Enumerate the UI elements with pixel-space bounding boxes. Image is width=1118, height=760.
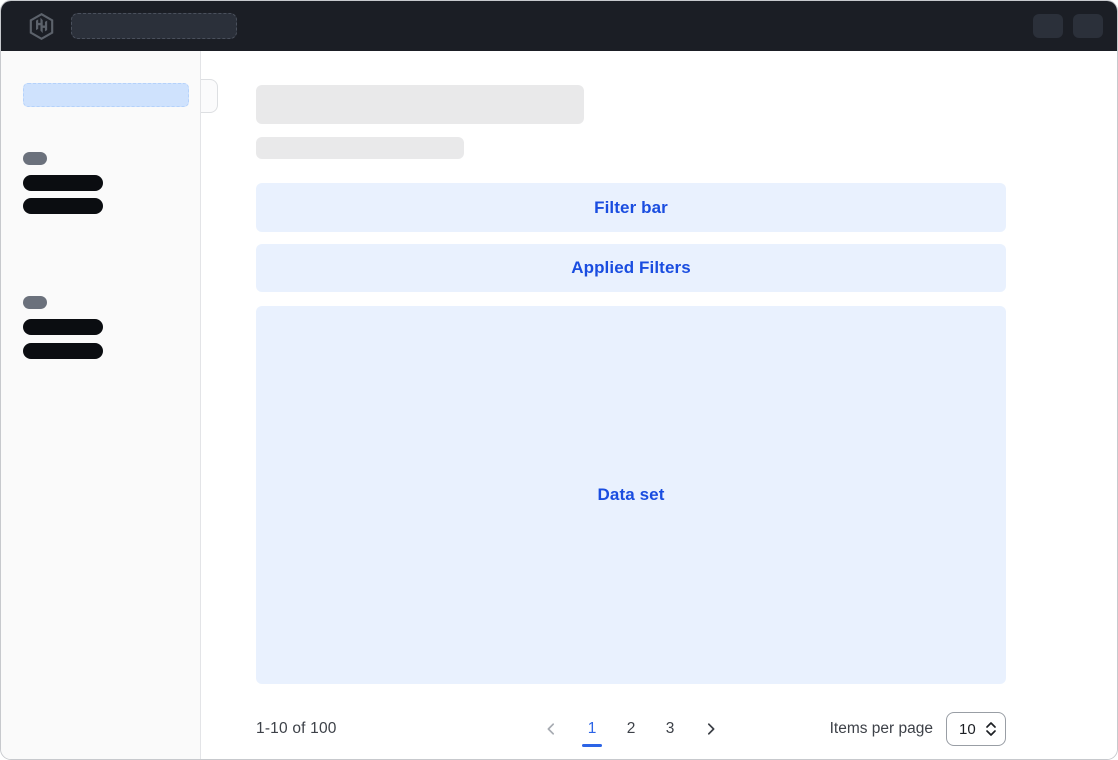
items-per-page-control: Items per page 10 [830,712,1006,746]
sidebar-item-skeleton-1 [23,175,103,191]
applied-filters-panel: Applied Filters [256,244,1006,292]
sidebar-item-skeleton-2 [23,198,103,214]
applied-filters-label: Applied Filters [571,258,691,278]
hashicorp-logo-icon [28,13,55,40]
nav-action-skeleton-2 [1073,14,1103,38]
sidebar-section-label-skeleton-2 [23,296,47,309]
page-number-3[interactable]: 3 [657,711,683,747]
app-window: Filter bar Applied Filters Data set 1-10… [0,0,1118,760]
filter-bar-label: Filter bar [594,198,668,218]
items-per-page-label: Items per page [830,720,933,738]
nav-search-skeleton [71,13,237,39]
page-number-2[interactable]: 2 [618,711,644,747]
sidebar-toggle-button[interactable] [201,79,218,113]
sidebar [1,51,201,759]
data-set-panel: Data set [256,306,1006,684]
sidebar-section-label-skeleton-1 [23,152,47,165]
nav-action-skeleton-1 [1033,14,1063,38]
page-subtitle-skeleton [256,137,464,159]
pagination-bar: 1-10 of 100 1 2 3 [256,711,1006,747]
previous-page-button[interactable] [536,711,566,747]
chevron-left-icon [544,722,558,736]
next-page-button[interactable] [696,711,726,747]
main-content: Filter bar Applied Filters Data set 1-10… [201,51,1117,759]
page-number-1[interactable]: 1 [579,711,605,747]
sidebar-active-item-skeleton [23,83,189,107]
page-title-skeleton [256,85,584,124]
sidebar-item-skeleton-3 [23,319,103,335]
pagination-range-info: 1-10 of 100 [256,720,337,738]
app-body: Filter bar Applied Filters Data set 1-10… [1,51,1117,759]
data-set-label: Data set [598,485,665,505]
chevrons-up-down-icon [985,721,997,737]
items-per-page-value: 10 [959,721,976,738]
filter-bar-panel: Filter bar [256,183,1006,232]
top-nav-bar [1,1,1117,51]
chevron-right-icon [704,722,718,736]
pager-controls: 1 2 3 [536,711,726,747]
items-per-page-select[interactable]: 10 [946,712,1006,746]
sidebar-item-skeleton-4 [23,343,103,359]
